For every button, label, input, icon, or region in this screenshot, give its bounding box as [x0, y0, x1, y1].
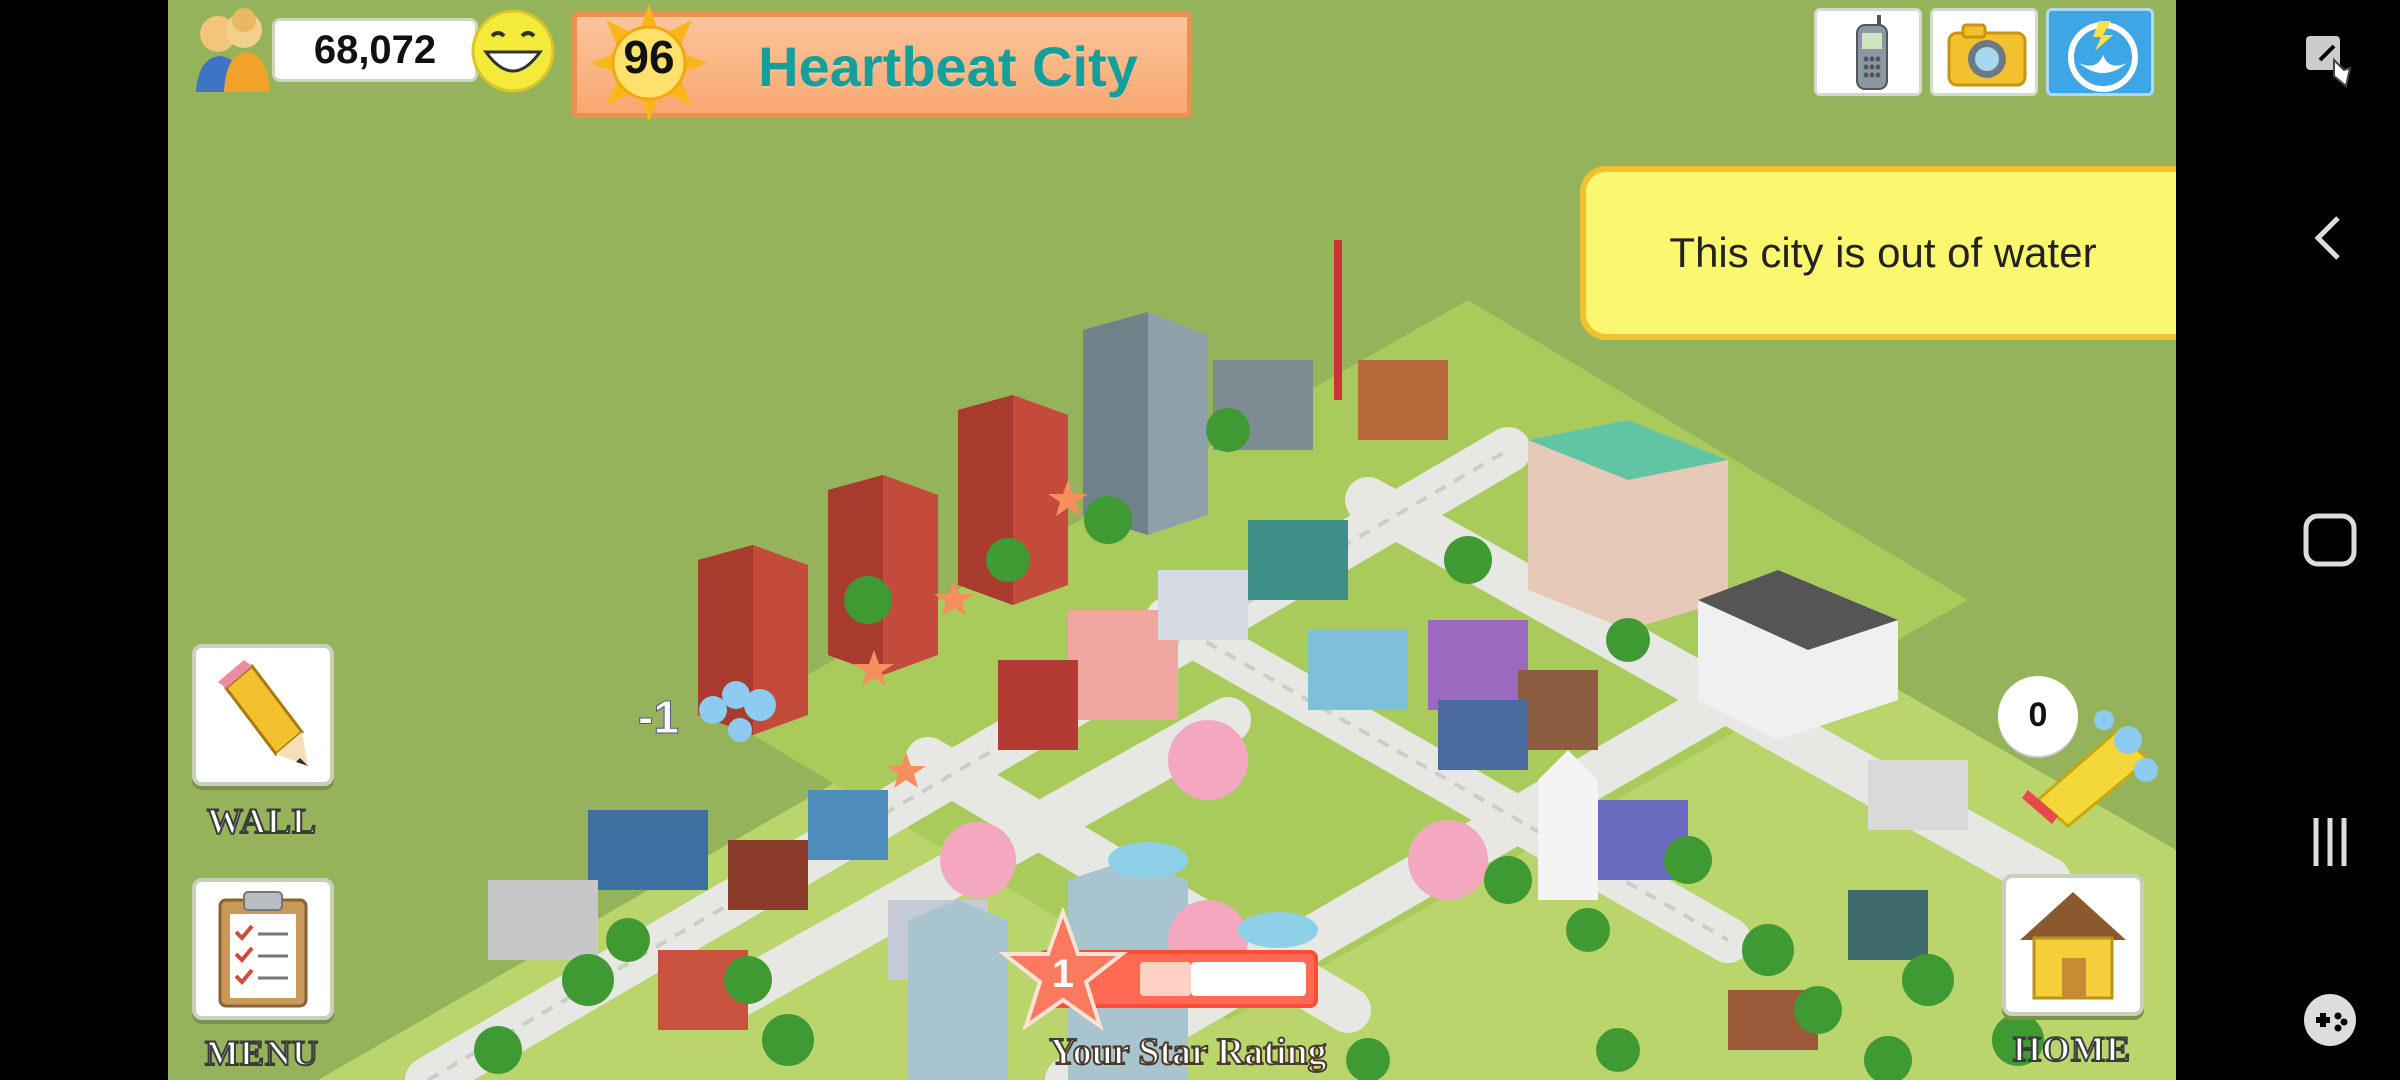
phone-icon — [1856, 15, 1888, 90]
camera-icon — [1947, 23, 2027, 87]
home-label: HOME — [2012, 1028, 2131, 1070]
star-rating-level: 1 — [1051, 952, 1075, 996]
screenshot-edit-icon[interactable] — [2300, 30, 2360, 90]
menu-label: MENU — [204, 1032, 319, 1074]
level-number: 96 — [623, 31, 675, 83]
water-shortage-notice[interactable]: This city is out of water — [1580, 166, 2176, 340]
menu-button[interactable] — [192, 878, 334, 1020]
clipboard-icon — [218, 891, 308, 1008]
notice-text: This city is out of water — [1669, 229, 2097, 276]
population-icon — [196, 8, 270, 92]
star-rating-label: Your Star Rating — [1048, 1030, 1327, 1074]
population-display: 68,072 — [186, 8, 478, 92]
recents-icon[interactable] — [2300, 812, 2360, 872]
home-button[interactable] — [2002, 874, 2144, 1016]
camera-button[interactable] — [1930, 8, 2038, 96]
back-icon[interactable] — [2300, 208, 2360, 268]
system-nav-bar — [2176, 0, 2400, 1080]
wall-button[interactable] — [192, 644, 334, 786]
water-deficit-text: -1 — [638, 691, 680, 744]
cleanup-icon[interactable] — [2008, 690, 2168, 830]
happiness-icon[interactable] — [470, 8, 556, 94]
game-viewport[interactable]: -1 68,072 96 Heartbeat City This city is… — [168, 0, 2176, 1080]
share-button[interactable] — [2046, 8, 2154, 96]
phone-button[interactable] — [1814, 8, 1922, 96]
house-icon — [2020, 892, 2126, 1000]
city-map[interactable] — [168, 0, 2176, 1080]
star-rating-remaining — [1191, 962, 1306, 996]
game-launcher-icon[interactable] — [2300, 990, 2360, 1050]
city-name: Heartbeat City — [758, 35, 1138, 98]
wall-label: WALL — [206, 800, 318, 842]
home-nav-icon[interactable] — [2300, 510, 2360, 570]
population-count: 68,072 — [272, 18, 478, 82]
pencil-icon — [218, 660, 308, 766]
star-rating-progress — [1140, 962, 1191, 996]
share-icon — [2068, 21, 2138, 92]
